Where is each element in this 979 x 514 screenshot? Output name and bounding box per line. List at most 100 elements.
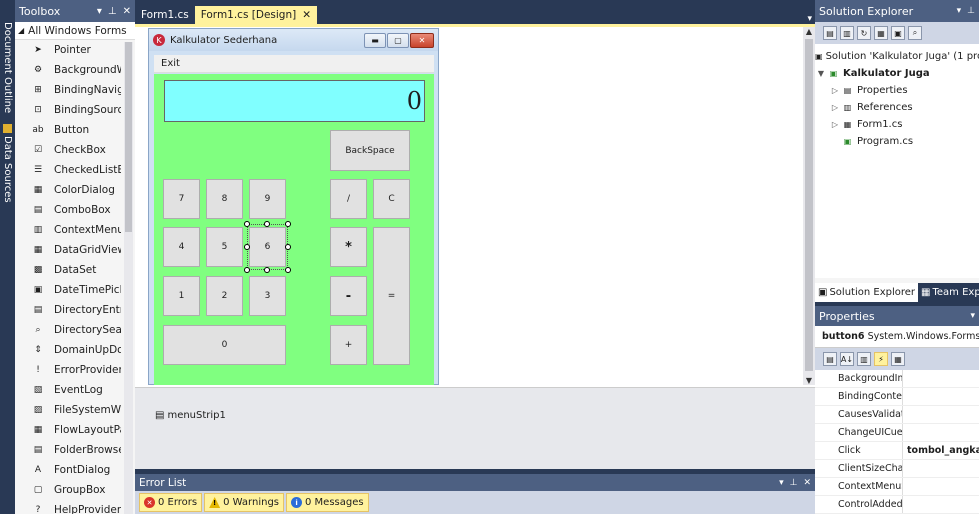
digit-0-button[interactable]: 0 <box>163 325 286 365</box>
expand-right-icon[interactable]: ▷ <box>829 103 841 112</box>
toolbox-item[interactable]: ? HelpProvider <box>15 500 121 514</box>
property-value[interactable] <box>903 460 979 477</box>
dropdown-icon[interactable]: ▾ <box>97 6 102 17</box>
toolbox-item[interactable]: ▤ DirectoryEntry <box>15 300 121 320</box>
toolbox-item[interactable]: ➤ Pointer <box>15 40 121 60</box>
tree-node-solution[interactable]: ▣ Solution 'Kalkulator Juga' (1 project) <box>815 48 979 65</box>
toolbox-scrollbar[interactable] <box>124 42 133 514</box>
digit-2-button[interactable]: 2 <box>206 276 243 316</box>
equals-button[interactable]: = <box>373 227 410 365</box>
toolbox-item[interactable]: ⌕ DirectorySearc... <box>15 320 121 340</box>
property-value[interactable] <box>903 388 979 405</box>
maximize-icon[interactable]: ▢ <box>387 32 409 48</box>
tree-node-form1[interactable]: ▷ ▦ Form1.cs <box>815 116 979 133</box>
close-icon[interactable]: ✕ <box>410 32 434 48</box>
digit-4-button[interactable]: 4 <box>163 227 200 267</box>
tree-node-properties[interactable]: ▷ ▤ Properties <box>815 82 979 99</box>
property-row[interactable]: CausesValidation <box>815 406 979 424</box>
form-window[interactable]: K Kalkulator Sederhana ▬ ▢ ✕ Exit 0 Back… <box>148 28 439 385</box>
property-row[interactable]: BackgroundImag <box>815 370 979 388</box>
toolbox-item[interactable]: ▦ ColorDialog <box>15 180 121 200</box>
toolbox-item[interactable]: ab Button <box>15 120 121 140</box>
calculator-display[interactable]: 0 <box>164 80 425 122</box>
toolbox-item[interactable]: ⇕ DomainUpDo... <box>15 340 121 360</box>
tray-component-menustrip[interactable]: ▤ menuStrip1 <box>155 410 226 421</box>
close-icon[interactable]: ✕ <box>123 6 131 17</box>
tree-node-project[interactable]: ▼ ▣ Kalkulator Juga <box>815 65 979 82</box>
show-all-files-icon[interactable]: ▥ <box>840 26 854 40</box>
property-row[interactable]: ClientSizeChang <box>815 460 979 478</box>
property-value[interactable] <box>903 406 979 423</box>
resize-handle[interactable] <box>244 267 250 273</box>
pin-icon[interactable]: ⊥ <box>790 478 798 488</box>
toolbox-item[interactable]: ▤ ComboBox <box>15 200 121 220</box>
clear-button[interactable]: C <box>373 179 410 219</box>
tab-overflow-dropdown-icon[interactable]: ▾ <box>807 14 815 24</box>
toolbox-item[interactable]: ▣ DateTimePicker <box>15 280 121 300</box>
toolbox-item[interactable]: ▦ FlowLayoutPa... <box>15 420 121 440</box>
class-diagram-icon[interactable]: ⌕ <box>908 26 922 40</box>
property-pages-icon[interactable]: ▦ <box>891 352 905 366</box>
scrollbar-thumb[interactable] <box>125 42 132 232</box>
close-icon[interactable]: ✕ <box>803 478 811 488</box>
alphabetical-icon[interactable]: A↓ <box>840 352 854 366</box>
pin-icon[interactable]: ⊥ <box>108 6 117 17</box>
divide-button[interactable]: / <box>330 179 367 219</box>
errors-filter-button[interactable]: ✕ 0 Errors <box>139 493 203 512</box>
minimize-icon[interactable]: ▬ <box>364 32 386 48</box>
resize-handle[interactable] <box>285 221 291 227</box>
property-row[interactable]: ChangeUICues <box>815 424 979 442</box>
properties-view-icon[interactable]: ▥ <box>857 352 871 366</box>
resize-handle[interactable] <box>285 244 291 250</box>
property-object-selector[interactable]: button6 System.Windows.Forms.Button <box>815 326 979 348</box>
toolbox-item[interactable]: ▨ FileSystemWat... <box>15 400 121 420</box>
toolbox-item[interactable]: ⊞ BindingNavig... <box>15 80 121 100</box>
expand-down-icon[interactable]: ▼ <box>815 69 827 78</box>
tree-node-references[interactable]: ▷ ▥ References <box>815 99 979 116</box>
digit-7-button[interactable]: 7 <box>163 179 200 219</box>
refresh-icon[interactable]: ↻ <box>857 26 871 40</box>
toolbox-item[interactable]: ⚙ BackgroundW... <box>15 60 121 80</box>
tab-solution-explorer[interactable]: ▣ Solution Explorer <box>815 283 919 302</box>
property-value[interactable]: tombol_angka <box>903 442 979 459</box>
toolbox-item[interactable]: ▦ DataGridView <box>15 240 121 260</box>
expand-right-icon[interactable]: ▷ <box>829 120 841 129</box>
resize-handle[interactable] <box>285 267 291 273</box>
tree-node-program[interactable]: ▣ Program.cs <box>815 133 979 150</box>
view-designer-icon[interactable]: ▣ <box>891 26 905 40</box>
warnings-filter-button[interactable]: ! 0 Warnings <box>204 493 285 512</box>
digit-1-button[interactable]: 1 <box>163 276 200 316</box>
scroll-down-icon[interactable]: ▼ <box>803 376 815 385</box>
toolbox-item[interactable]: ! ErrorProvider <box>15 360 121 380</box>
tab-team-explorer[interactable]: ▦ Team Explorer <box>918 283 979 302</box>
property-value[interactable] <box>903 496 979 513</box>
designer-scrollbar[interactable]: ▲ ▼ <box>803 27 815 385</box>
dropdown-icon[interactable]: ▾ <box>957 6 962 16</box>
events-icon[interactable]: ⚡ <box>874 352 888 366</box>
toolbox-item[interactable]: ▢ GroupBox <box>15 480 121 500</box>
toolbox-item[interactable]: ▩ DataSet <box>15 260 121 280</box>
view-code-icon[interactable]: ▦ <box>874 26 888 40</box>
digit-5-button[interactable]: 5 <box>206 227 243 267</box>
property-row[interactable]: ContextMenuStr <box>815 478 979 496</box>
dropdown-icon[interactable]: ▾ <box>970 311 975 321</box>
tab-form1-code[interactable]: Form1.cs <box>135 6 195 24</box>
resize-handle[interactable] <box>244 221 250 227</box>
toolbox-group-header[interactable]: ◢ All Windows Forms <box>15 22 135 40</box>
property-value[interactable] <box>903 370 979 387</box>
toolbox-item[interactable]: ▥ ContextMenu... <box>15 220 121 240</box>
resize-handle[interactable] <box>264 221 270 227</box>
expand-right-icon[interactable]: ▷ <box>829 86 841 95</box>
property-value[interactable] <box>903 424 979 441</box>
toolbox-item[interactable]: ▧ EventLog <box>15 380 121 400</box>
pin-icon[interactable]: ⊥ <box>967 6 975 16</box>
scrollbar-thumb[interactable] <box>805 39 813 371</box>
digit-8-button[interactable]: 8 <box>206 179 243 219</box>
property-value[interactable] <box>903 478 979 495</box>
property-row[interactable]: Click tombol_angka <box>815 442 979 460</box>
plus-button[interactable]: + <box>330 325 367 365</box>
digit-3-button[interactable]: 3 <box>249 276 286 316</box>
toolbox-item[interactable]: ☑ CheckBox <box>15 140 121 160</box>
toolbox-item[interactable]: ⊡ BindingSource <box>15 100 121 120</box>
digit-9-button[interactable]: 9 <box>249 179 286 219</box>
